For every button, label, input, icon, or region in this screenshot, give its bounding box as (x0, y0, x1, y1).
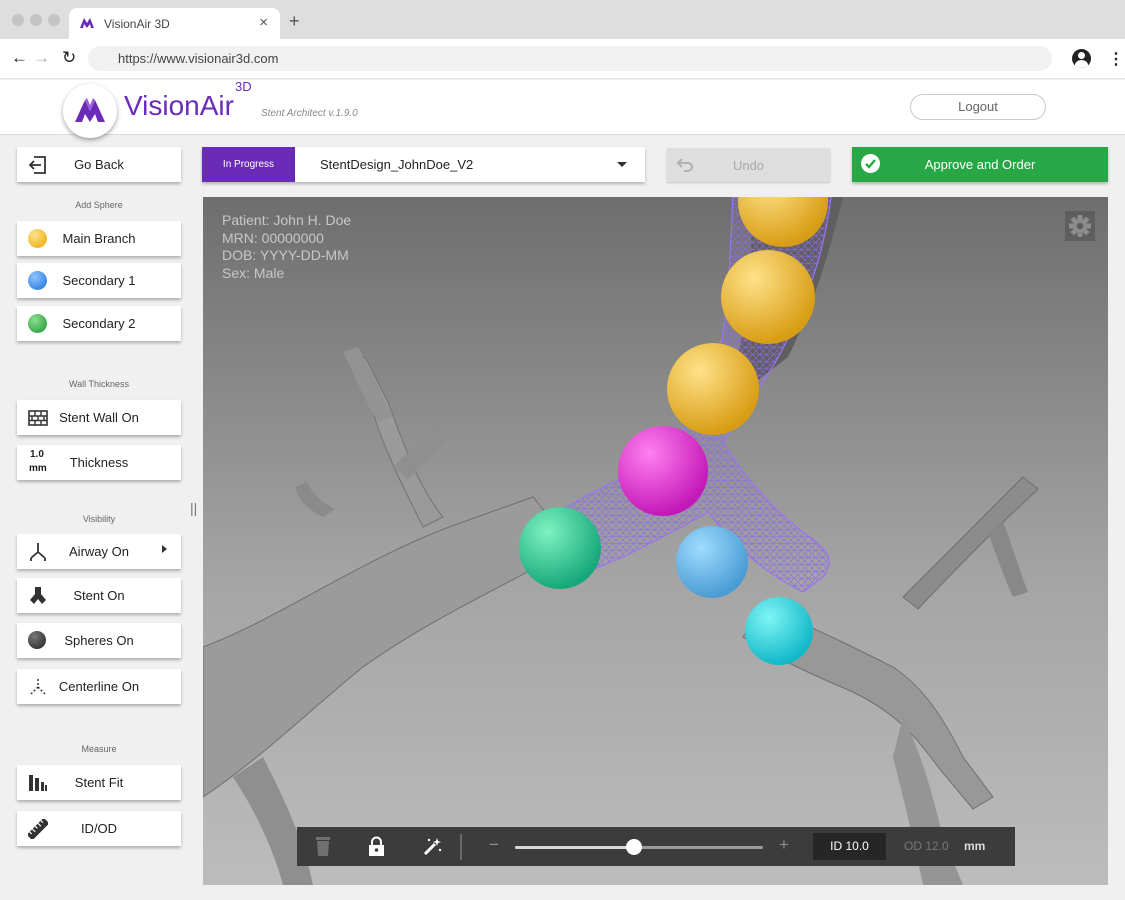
trash-icon[interactable] (314, 836, 332, 857)
app-version: Stent Architect v.1.9.0 (261, 108, 358, 119)
stent-fit-button[interactable]: Stent Fit (17, 765, 181, 800)
add-main-branch-button[interactable]: Main Branch (17, 221, 181, 256)
tab-title: VisionAir 3D (104, 17, 170, 31)
bottom-toolbar: − + ID 10.0 OD 12.0 mm (297, 827, 1015, 866)
secondary-1-sphere (745, 597, 813, 665)
approve-label: Approve and Order (924, 157, 1036, 172)
stent-fit-label: Stent Fit (74, 775, 124, 790)
browser-titlebar: VisionAir 3D × + (0, 0, 1125, 39)
go-back-button[interactable]: Go Back (17, 147, 181, 182)
logout-button[interactable]: Logout (910, 94, 1046, 120)
magic-wand-icon[interactable] (421, 836, 443, 858)
stent-wall-toggle-button[interactable]: Stent Wall On (17, 400, 181, 435)
add-secondary-2-button[interactable]: Secondary 2 (17, 306, 181, 341)
submenu-arrow-icon (162, 545, 167, 553)
size-slider-fill (515, 846, 635, 849)
gear-icon[interactable] (1065, 211, 1095, 241)
wall-thickness-heading: Wall Thickness (68, 379, 130, 389)
undo-label: Undo (732, 158, 765, 173)
centerline-toggle-button[interactable]: Centerline On (17, 669, 181, 704)
sidebar-collapse-handle[interactable]: || (190, 500, 197, 516)
brand-text: VisionAir (124, 90, 234, 121)
thickness-button[interactable]: 1.0 mm Thickness (17, 445, 181, 480)
design-select[interactable]: StentDesign_JohnDoe_V2 (295, 147, 645, 182)
stent-toggle-button[interactable]: Stent On (17, 578, 181, 613)
centerline-label: Centerline On (58, 679, 140, 694)
status-badge: In Progress (202, 147, 295, 182)
window-minimize-dot[interactable] (30, 14, 42, 26)
brand-name: VisionAir3D (124, 79, 252, 122)
go-back-label: Go Back (74, 157, 124, 172)
browser-tab[interactable]: VisionAir 3D × (69, 8, 280, 39)
add-secondary-1-button[interactable]: Secondary 1 (17, 263, 181, 298)
app-header: VisionAir3D Stent Architect v.1.9.0 Logo… (0, 79, 1125, 138)
patient-sex: Sex: Male (222, 265, 285, 281)
tab-close-icon[interactable]: × (259, 14, 268, 31)
secondary-2-label: Secondary 2 (62, 316, 136, 331)
airway-toggle-button[interactable]: Airway On (17, 534, 181, 569)
main-branch-sphere (667, 343, 759, 435)
airway-model[interactable] (203, 197, 1108, 885)
design-name: StentDesign_JohnDoe_V2 (320, 157, 474, 172)
reload-icon[interactable]: ↻ (62, 48, 76, 68)
visionair-logo (63, 84, 117, 138)
secondary-1-sphere (676, 526, 748, 598)
inner-diameter-field[interactable]: ID 10.0 (813, 833, 886, 860)
slider-increase-button[interactable]: + (779, 835, 789, 855)
secondary-1-label: Secondary 1 (62, 273, 136, 288)
window-maximize-dot[interactable] (48, 14, 60, 26)
forward-arrow-icon[interactable]: → (33, 48, 50, 68)
patient-mrn: MRN: 00000000 (222, 230, 324, 246)
new-tab-button[interactable]: + (289, 12, 300, 30)
measure-heading: Measure (81, 744, 117, 754)
secondary-2-sphere (519, 507, 601, 589)
main-branch-label: Main Branch (62, 231, 136, 246)
airway-label: Airway On (69, 544, 129, 559)
address-bar: ← → ↻ https://www.visionair3d.com ⋮ (0, 39, 1125, 79)
outer-diameter-value: OD 12.0 (904, 839, 949, 853)
lock-icon[interactable] (368, 836, 385, 857)
visionair-logo-icon (75, 98, 105, 122)
thickness-label: Thickness (69, 455, 129, 470)
chevron-down-icon (617, 162, 627, 167)
url-text: https://www.visionair3d.com (118, 51, 279, 66)
add-sphere-heading: Add Sphere (75, 200, 123, 210)
main-branch-sphere (721, 250, 815, 344)
profile-icon[interactable] (1072, 49, 1091, 68)
approve-order-button[interactable]: Approve and Order (852, 147, 1108, 182)
stent-label: Stent On (73, 588, 125, 603)
back-arrow-icon[interactable]: ← (11, 48, 28, 68)
undo-button[interactable]: Undo (667, 148, 830, 182)
selected-sphere (618, 426, 708, 516)
idod-button[interactable]: ID/OD (17, 811, 181, 846)
stent-wall-label: Stent Wall On (59, 410, 139, 425)
toolbar-divider (460, 834, 462, 860)
visibility-heading: Visibility (82, 514, 116, 524)
brand-superscript: 3D (234, 78, 252, 94)
window-close-dot[interactable] (12, 14, 24, 26)
spheres-toggle-button[interactable]: Spheres On (17, 623, 181, 658)
url-field[interactable]: https://www.visionair3d.com (88, 46, 1052, 71)
visionair-favicon-icon (80, 18, 94, 28)
3d-viewport[interactable]: Patient: John H. Doe MRN: 00000000 DOB: … (203, 197, 1108, 885)
unit-label: mm (964, 839, 986, 853)
patient-dob: DOB: YYYY-DD-MM (222, 247, 349, 263)
idod-label: ID/OD (80, 821, 118, 836)
slider-decrease-button[interactable]: − (489, 835, 499, 855)
size-slider-handle[interactable] (626, 839, 643, 855)
patient-name: Patient: John H. Doe (222, 212, 352, 228)
browser-menu-icon[interactable]: ⋮ (1108, 49, 1124, 69)
spheres-label: Spheres On (64, 633, 134, 648)
